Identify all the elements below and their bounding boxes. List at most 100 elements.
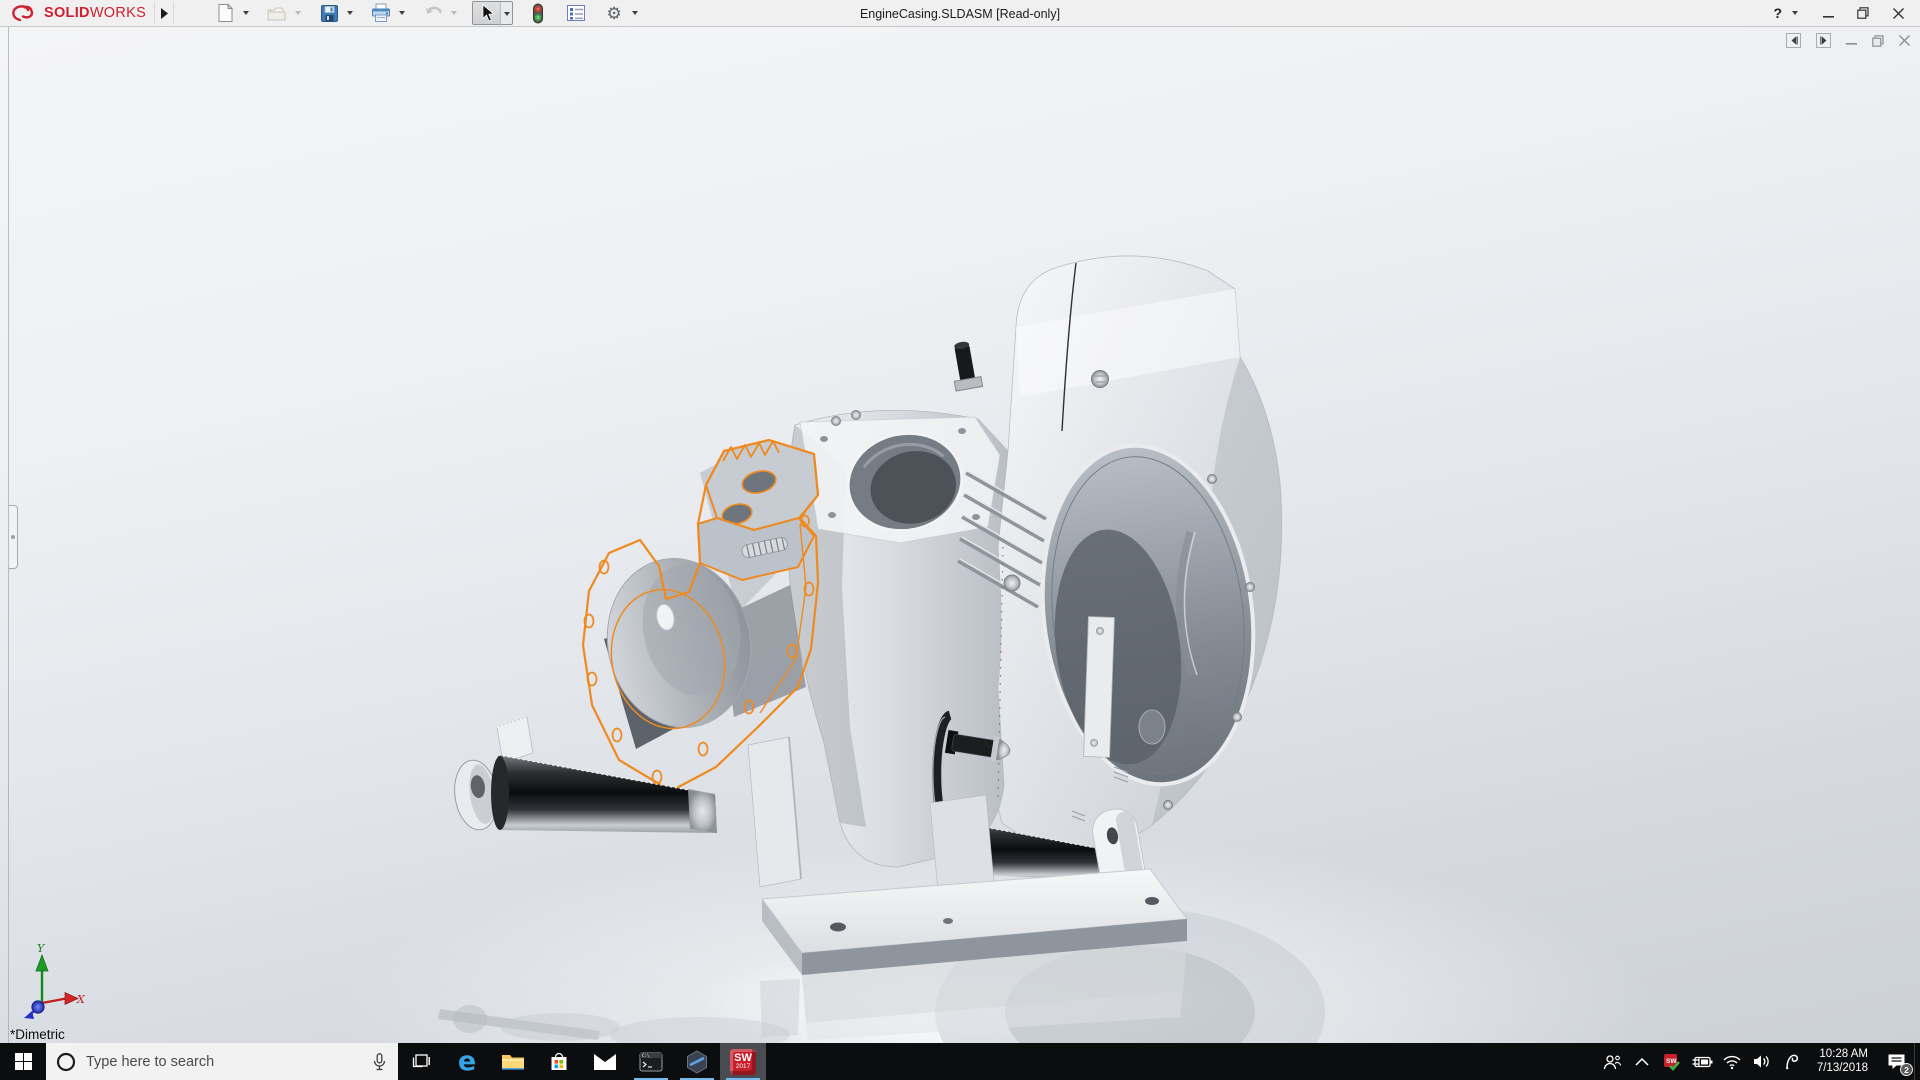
taskbar-app-hexagon[interactable] bbox=[674, 1043, 720, 1080]
chevron-up-icon bbox=[1635, 1058, 1649, 1066]
action-center-button[interactable]: 2 bbox=[1878, 1043, 1914, 1080]
menu-expand-button[interactable] bbox=[154, 2, 174, 24]
print-button[interactable] bbox=[368, 1, 394, 25]
undo-dropdown[interactable] bbox=[448, 1, 460, 25]
undo-button[interactable] bbox=[420, 1, 446, 25]
save-dropdown[interactable] bbox=[344, 1, 356, 25]
pane-left-icon bbox=[1790, 36, 1798, 45]
triad-y-label: Y bbox=[37, 942, 46, 955]
battery-plugged-icon bbox=[1691, 1055, 1713, 1069]
windows-ink-pen-icon bbox=[1784, 1053, 1800, 1070]
start-button[interactable] bbox=[0, 1043, 46, 1080]
wifi-icon bbox=[1723, 1055, 1741, 1069]
pane-right-icon bbox=[1820, 36, 1828, 45]
open-button[interactable] bbox=[264, 1, 290, 25]
help-button[interactable]: ? bbox=[1773, 5, 1782, 21]
file-explorer-icon bbox=[501, 1052, 525, 1072]
new-document-icon bbox=[216, 3, 235, 23]
restore-icon bbox=[1857, 7, 1869, 19]
options-dropdown[interactable] bbox=[629, 1, 641, 25]
triad-x-label: X bbox=[76, 993, 86, 1006]
doc-minimize-button[interactable] bbox=[1846, 35, 1857, 46]
graphics-viewport[interactable]: Y X *Dimetric bbox=[0, 27, 1920, 1043]
select-cursor-icon bbox=[479, 4, 495, 22]
mail-icon bbox=[593, 1053, 617, 1071]
view-orientation-label: *Dimetric bbox=[10, 1027, 65, 1042]
screen: SOLIDWORKS bbox=[0, 0, 1920, 1080]
document-title: EngineCasing.SLDASM [Read-only] bbox=[860, 0, 1060, 27]
app-titlebar: SOLIDWORKS bbox=[0, 0, 1920, 27]
taskbar-app-mail[interactable] bbox=[582, 1043, 628, 1080]
solidworks-monitor-icon: SW bbox=[1663, 1053, 1681, 1071]
show-desktop-button[interactable] bbox=[1914, 1043, 1920, 1080]
rebuild-button[interactable] bbox=[525, 1, 551, 25]
windows-ink-workspace[interactable] bbox=[1777, 1043, 1807, 1080]
windows-taskbar: Type here to search e bbox=[0, 1043, 1920, 1080]
volume-icon bbox=[1753, 1054, 1771, 1069]
doc-restore-button[interactable] bbox=[1872, 35, 1884, 47]
microphone-icon bbox=[373, 1053, 386, 1071]
tray-clock[interactable]: 10:28 AM 7/13/2018 bbox=[1807, 1043, 1878, 1080]
hexagon-app-icon bbox=[685, 1050, 709, 1074]
edge-icon: e bbox=[458, 1048, 476, 1075]
taskbar-app-edge[interactable]: e bbox=[444, 1043, 490, 1080]
clock-time: 10:28 AM bbox=[1819, 1048, 1868, 1062]
taskbar-app-store[interactable] bbox=[536, 1043, 582, 1080]
battery-status[interactable] bbox=[1687, 1043, 1717, 1080]
doc-restore-icon bbox=[1872, 35, 1884, 47]
orientation-triad: Y X bbox=[12, 941, 86, 1021]
doc-minimize-icon bbox=[1846, 35, 1857, 46]
save-button[interactable] bbox=[316, 1, 342, 25]
network-status[interactable] bbox=[1717, 1043, 1747, 1080]
solidworks-logo: SOLIDWORKS bbox=[0, 0, 154, 26]
task-view-button[interactable] bbox=[398, 1043, 444, 1080]
notification-count-badge: 2 bbox=[1900, 1063, 1913, 1076]
clock-date: 7/13/2018 bbox=[1817, 1062, 1868, 1076]
taskbar-app-solidworks[interactable]: SW 2017 bbox=[720, 1043, 766, 1080]
solidworks-monitor-tray[interactable]: SW bbox=[1657, 1043, 1687, 1080]
window-restore-button[interactable] bbox=[1855, 5, 1871, 21]
file-properties-icon bbox=[566, 4, 586, 22]
new-document-dropdown[interactable] bbox=[240, 1, 252, 25]
select-tool-dropdown[interactable] bbox=[500, 2, 512, 26]
solidworks-app-icon: SW 2017 bbox=[730, 1049, 756, 1075]
taskbar-app-file-explorer[interactable] bbox=[490, 1043, 536, 1080]
select-tool-group bbox=[472, 1, 513, 25]
traffic-light-rebuild-icon bbox=[532, 3, 544, 24]
splitter-grip-icon bbox=[11, 535, 15, 539]
doc-close-icon bbox=[1899, 35, 1910, 46]
previous-pane-button[interactable] bbox=[1786, 33, 1801, 48]
titlebar-controls: ? bbox=[1773, 1, 1920, 25]
people-icon bbox=[1603, 1054, 1621, 1070]
help-dropdown[interactable] bbox=[1789, 1, 1801, 25]
left-mount-shaft[interactable] bbox=[450, 717, 717, 833]
options-button[interactable]: ⚙ bbox=[601, 1, 627, 25]
taskbar-search-input[interactable]: Type here to search bbox=[46, 1043, 398, 1080]
featuremanager-splitter-handle[interactable] bbox=[9, 505, 18, 569]
ds-logo-icon bbox=[10, 3, 40, 23]
system-tray: SW bbox=[1597, 1043, 1920, 1080]
people-button[interactable] bbox=[1597, 1043, 1627, 1080]
window-close-button[interactable] bbox=[1890, 5, 1906, 21]
engine-casing-3d-model[interactable] bbox=[0, 27, 1920, 1043]
black-pin bbox=[948, 340, 983, 391]
new-document-button[interactable] bbox=[212, 1, 238, 25]
gear-icon: ⚙ bbox=[606, 5, 621, 22]
volume-status[interactable] bbox=[1747, 1043, 1777, 1080]
open-folder-icon bbox=[266, 4, 288, 22]
next-pane-button[interactable] bbox=[1816, 33, 1831, 48]
open-dropdown[interactable] bbox=[292, 1, 304, 25]
select-tool-button[interactable] bbox=[473, 2, 500, 24]
minimize-icon bbox=[1823, 8, 1834, 19]
print-icon bbox=[370, 3, 392, 23]
windows-logo-icon bbox=[15, 1053, 32, 1070]
brand-text: SOLIDWORKS bbox=[44, 5, 146, 21]
tray-overflow-button[interactable] bbox=[1627, 1043, 1657, 1080]
command-prompt-icon: C:\_ bbox=[639, 1052, 663, 1072]
doc-close-button[interactable] bbox=[1899, 35, 1910, 46]
taskbar-app-command-prompt[interactable]: C:\_ bbox=[628, 1043, 674, 1080]
window-minimize-button[interactable] bbox=[1820, 5, 1836, 21]
print-dropdown[interactable] bbox=[396, 1, 408, 25]
command-prompt-title-text: C:\_ bbox=[642, 1053, 652, 1058]
file-properties-button[interactable] bbox=[563, 1, 589, 25]
